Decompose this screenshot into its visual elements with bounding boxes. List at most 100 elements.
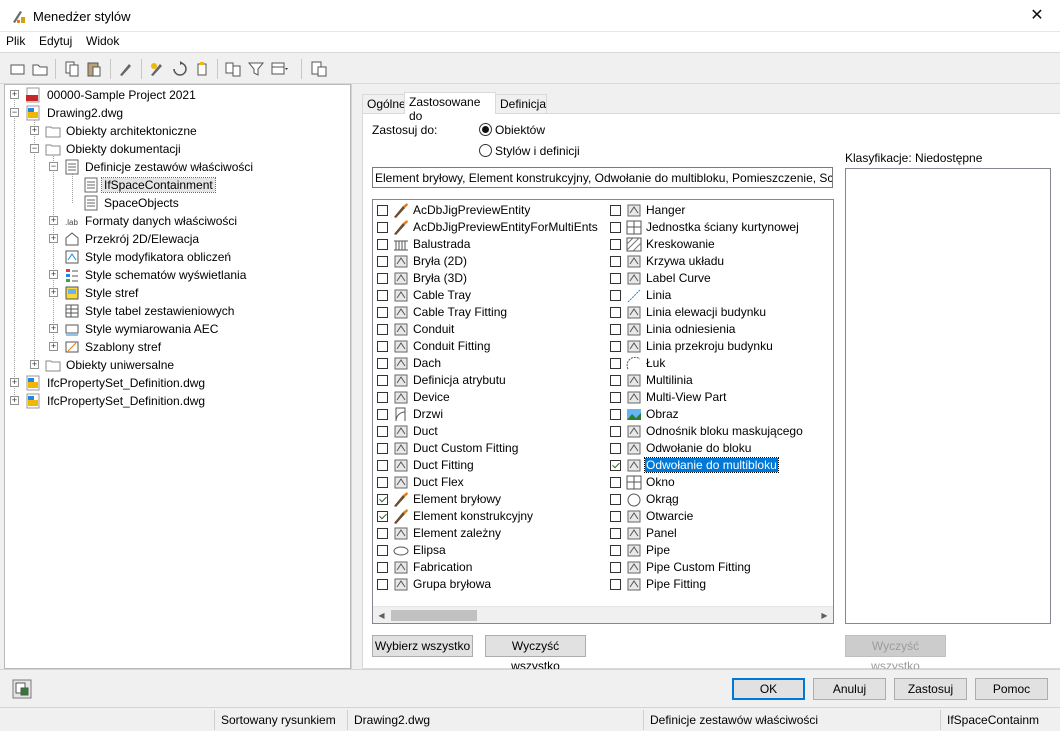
collapse-icon[interactable]: − [10,108,19,117]
object-type-checkbox[interactable] [610,392,621,403]
object-type-checkbox[interactable] [377,579,388,590]
pipe-fitting-icon [627,578,641,591]
object-type-checkbox[interactable] [610,273,621,284]
classifications-list[interactable] [845,168,1051,624]
radio-styles[interactable] [479,144,492,157]
expand-icon[interactable]: + [49,288,58,297]
apply-button[interactable]: Zastosuj [894,678,967,700]
object-type-checkbox[interactable] [377,426,388,437]
object-type-checkbox[interactable] [377,494,388,505]
object-type-checkbox[interactable] [610,511,621,522]
filter-icon[interactable] [247,60,265,78]
object-type-checkbox[interactable] [377,511,388,522]
expand-icon[interactable]: + [10,90,19,99]
help-button[interactable]: Pomoc [975,678,1048,700]
toggle-view-icon[interactable] [310,60,328,78]
scroll-right-icon[interactable]: ▶ [817,609,832,622]
object-type-checkbox[interactable] [377,222,388,233]
object-type-checkbox[interactable] [377,273,388,284]
purge-icon[interactable] [117,60,135,78]
object-type-checkbox[interactable] [377,477,388,488]
expand-icon[interactable]: + [49,270,58,279]
expand-icon[interactable]: + [30,126,39,135]
expand-icon[interactable]: + [30,360,39,369]
collapse-icon[interactable]: − [30,144,39,153]
ok-button[interactable]: OK [732,678,805,700]
horizontal-scrollbar[interactable]: ◀ ▶ [373,606,833,623]
expand-icon[interactable]: + [10,378,19,387]
object-type-checkbox[interactable] [610,375,621,386]
object-type-checkbox[interactable] [610,239,621,250]
object-type-checkbox[interactable] [377,562,388,573]
object-type-checkbox[interactable] [610,443,621,454]
object-type-checkbox[interactable] [610,307,621,318]
edit-style-icon[interactable] [148,60,166,78]
object-type-checkbox[interactable] [377,358,388,369]
scroll-thumb[interactable] [391,610,477,621]
object-type-checkbox[interactable] [377,375,388,386]
object-type-checkbox[interactable] [610,494,621,505]
object-type-checkbox[interactable] [377,460,388,471]
object-type-checkbox[interactable] [377,443,388,454]
object-type-checkbox[interactable] [377,307,388,318]
object-type-checkbox[interactable] [610,205,621,216]
expand-icon[interactable]: + [49,342,58,351]
folder-icon [45,144,61,156]
object-type-list[interactable]: AcDbJigPreviewEntity AcDbJigPreviewEntity… [372,199,834,624]
send-icon[interactable] [194,60,212,78]
view-icon[interactable] [270,60,288,78]
object-type-checkbox[interactable] [377,545,388,556]
select-all-button[interactable]: Wybierz wszystko [372,635,473,657]
close-icon[interactable]: ✕ [1014,0,1060,32]
radio-objects-label[interactable]: Obiektów [495,123,545,137]
object-type-checkbox[interactable] [610,222,621,233]
object-type-checkbox[interactable] [377,392,388,403]
copy-icon[interactable] [63,60,81,78]
object-type-checkbox[interactable] [377,409,388,420]
cancel-button[interactable]: Anuluj [813,678,886,700]
object-type-checkbox[interactable] [610,528,621,539]
rename-icon[interactable] [171,60,189,78]
clear-all-button[interactable]: Wyczyść wszystko [485,635,586,673]
object-type-checkbox[interactable] [610,341,621,352]
object-type-checkbox[interactable] [610,545,621,556]
object-type-checkbox[interactable] [377,324,388,335]
expand-icon[interactable]: + [10,396,19,405]
open-icon[interactable] [31,60,49,78]
object-type-checkbox[interactable] [610,460,621,471]
object-type-checkbox[interactable] [377,341,388,352]
menu-widok[interactable]: Widok [86,34,119,48]
paste-icon[interactable] [85,60,103,78]
new-icon[interactable] [9,60,27,78]
object-type-checkbox[interactable] [610,358,621,369]
compare-icon[interactable] [224,60,242,78]
tab-definition[interactable]: Definicja [495,94,547,113]
expand-icon[interactable]: + [49,216,58,225]
radio-styles-label[interactable]: Stylów i definicji [495,144,580,158]
tab-general[interactable]: Ogólne [362,94,406,113]
toggle-view-icon[interactable] [12,679,32,699]
object-type-checkbox[interactable] [610,579,621,590]
radio-objects[interactable] [479,123,492,136]
object-type-checkbox[interactable] [377,528,388,539]
expand-icon[interactable]: + [49,234,58,243]
tab-applies-to[interactable]: Zastosowane do [404,92,496,123]
object-type-checkbox[interactable] [377,290,388,301]
expand-icon[interactable]: + [49,324,58,333]
menu-edytuj[interactable]: Edytuj [39,34,72,48]
object-type-checkbox[interactable] [610,562,621,573]
object-type-checkbox[interactable] [610,409,621,420]
scroll-left-icon[interactable]: ◀ [374,609,389,622]
object-type-checkbox[interactable] [377,256,388,267]
object-type-checkbox[interactable] [610,256,621,267]
object-type-checkbox[interactable] [610,290,621,301]
display-theme-icon [66,269,78,282]
collapse-icon[interactable]: − [49,162,58,171]
object-type-checkbox[interactable] [610,477,621,488]
menu-plik[interactable]: Plik [6,34,25,48]
style-tree[interactable]: + 00000-Sample Project 2021 − Drawing2.d… [4,84,351,669]
object-type-checkbox[interactable] [610,324,621,335]
object-type-checkbox[interactable] [377,205,388,216]
object-type-checkbox[interactable] [610,426,621,437]
object-type-checkbox[interactable] [377,239,388,250]
